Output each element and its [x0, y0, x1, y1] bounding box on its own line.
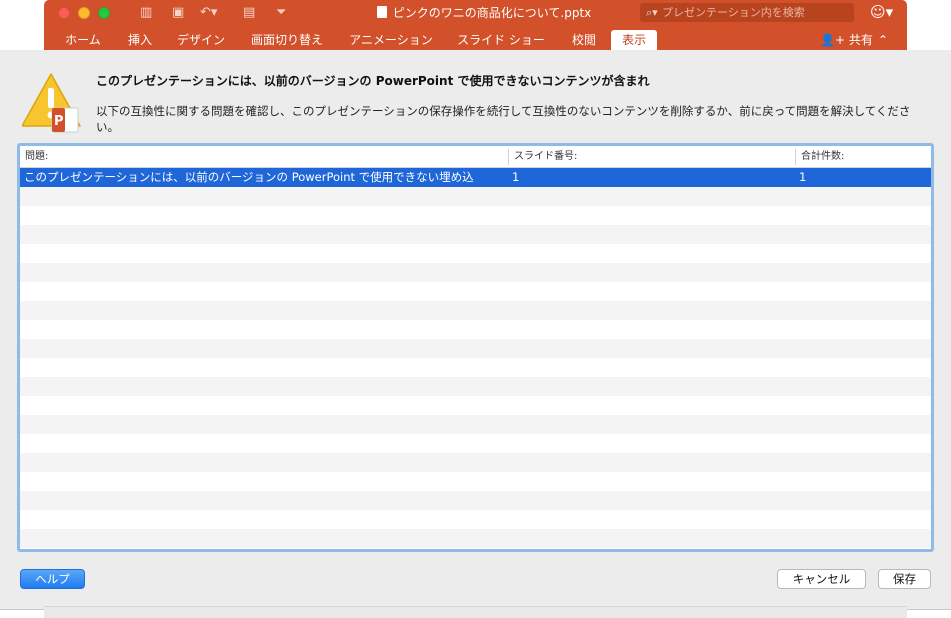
- search-icon: ⌕▾: [646, 6, 658, 19]
- table-row[interactable]: このプレゼンテーションには、以前のバージョンの PowerPoint で使用でき…: [20, 168, 931, 187]
- search-input[interactable]: ⌕▾ プレゼンテーション内を検索: [640, 3, 854, 22]
- close-window-button[interactable]: [58, 7, 70, 19]
- tab-insert[interactable]: 挿入: [120, 30, 160, 50]
- new-document-icon[interactable]: ▤: [243, 5, 255, 21]
- undo-icon[interactable]: ↶▾: [200, 5, 217, 21]
- ribbon-tab-bar: ホーム 挿入 デザイン 画面切り替え アニメーション スライド ショー 校閲 表…: [44, 26, 907, 50]
- powerpoint-window: ▥ ▣ ↶▾ ▤ ⏷ ピンクのワニの商品化について.pptx ⌕▾ プレゼンテー…: [0, 0, 951, 618]
- empty-row: [20, 529, 931, 548]
- dialog-description: 以下の互換性に関する問題を確認し、このプレゼンテーションの保存操作を続行して互換…: [96, 104, 911, 134]
- document-title: ピンクのワニの商品化について.pptx: [364, 5, 604, 21]
- cancel-button[interactable]: キャンセル: [777, 569, 866, 589]
- customize-toolbar-icon[interactable]: ⏷: [276, 5, 286, 21]
- minimize-window-button[interactable]: [78, 7, 90, 19]
- feedback-smiley-icon[interactable]: ☺▾: [870, 4, 893, 21]
- table-body: このプレゼンテーションには、以前のバージョンの PowerPoint で使用でき…: [20, 168, 931, 549]
- empty-row: [20, 187, 931, 206]
- empty-row: [20, 453, 931, 472]
- dialog-heading: このプレゼンテーションには、以前のバージョンの PowerPoint で使用でき…: [96, 74, 650, 88]
- slide-number-cell: 1: [512, 170, 520, 184]
- save-button[interactable]: 保存: [878, 569, 931, 589]
- tab-design[interactable]: デザイン: [170, 30, 232, 50]
- tab-review[interactable]: 校閲: [562, 30, 606, 50]
- warning-powerpoint-icon: P: [22, 73, 81, 133]
- compatibility-dialog: P このプレゼンテーションには、以前のバージョンの PowerPoint で使用…: [0, 50, 951, 610]
- share-button[interactable]: 👤+ 共有: [820, 30, 873, 50]
- empty-row: [20, 225, 931, 244]
- tab-view[interactable]: 表示: [611, 30, 657, 50]
- tab-home[interactable]: ホーム: [58, 30, 108, 50]
- empty-row: [20, 301, 931, 320]
- empty-row: [20, 377, 931, 396]
- column-header-total-count[interactable]: 合計件数:: [796, 146, 931, 168]
- empty-row: [20, 491, 931, 510]
- tab-slideshow[interactable]: スライド ショー: [452, 30, 550, 50]
- empty-row: [20, 263, 931, 282]
- help-button[interactable]: ヘルプ: [20, 569, 85, 589]
- sidebar-icon[interactable]: ▥: [140, 5, 152, 21]
- status-bar: [44, 606, 907, 618]
- title-bar: ▥ ▣ ↶▾ ▤ ⏷ ピンクのワニの商品化について.pptx ⌕▾ プレゼンテー…: [44, 0, 907, 26]
- add-person-icon: 👤+: [820, 33, 845, 47]
- tab-animations[interactable]: アニメーション: [342, 30, 440, 50]
- column-header-slide-number[interactable]: スライド番号:: [509, 146, 795, 168]
- tab-transitions[interactable]: 画面切り替え: [242, 30, 332, 50]
- table-header: 問題: スライド番号: 合計件数:: [20, 146, 931, 168]
- pptx-file-icon: [376, 6, 387, 18]
- total-count-cell: 1: [799, 170, 807, 184]
- empty-row: [20, 339, 931, 358]
- svg-text:P: P: [54, 114, 64, 129]
- save-icon[interactable]: ▣: [172, 5, 184, 21]
- empty-row: [20, 415, 931, 434]
- issues-table[interactable]: 問題: スライド番号: 合計件数: このプレゼンテーションには、以前のバージョン…: [17, 143, 934, 552]
- column-header-issue[interactable]: 問題:: [20, 146, 508, 168]
- collapse-ribbon-icon[interactable]: ⌃: [878, 30, 888, 50]
- issue-cell: このプレゼンテーションには、以前のバージョンの PowerPoint で使用でき…: [24, 170, 474, 184]
- zoom-window-button[interactable]: [98, 7, 110, 19]
